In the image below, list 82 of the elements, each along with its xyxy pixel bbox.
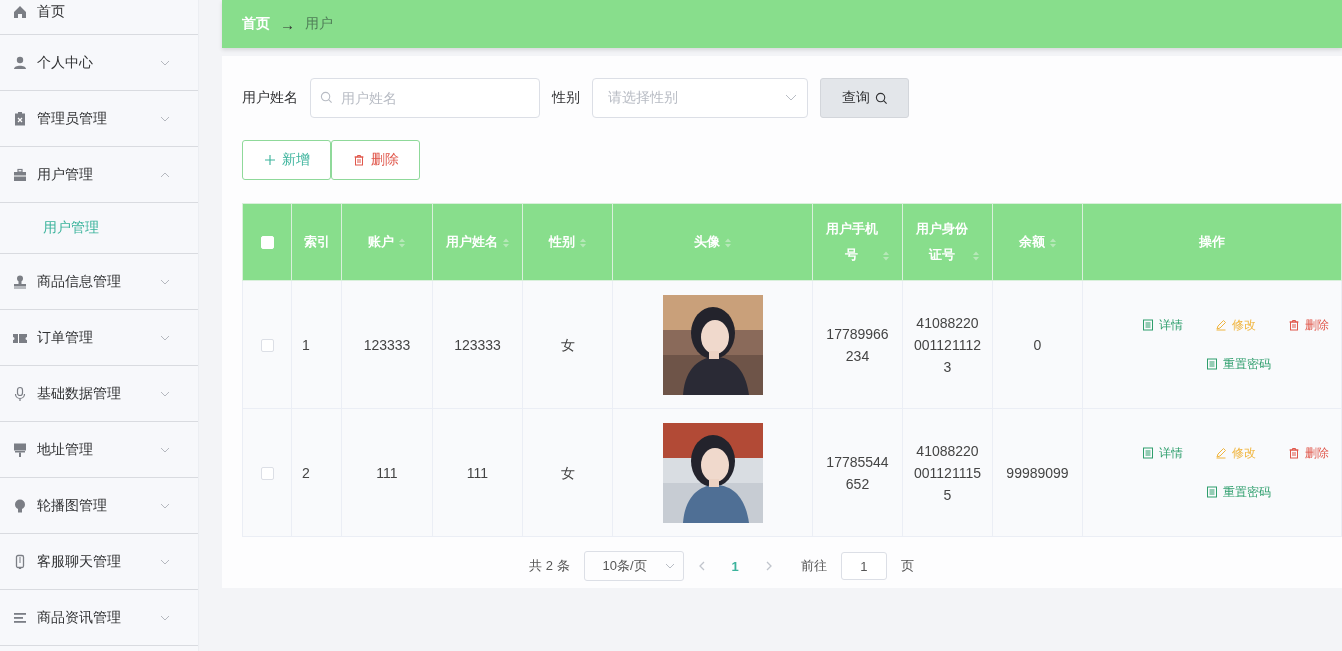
page-suffix: 页 [900,557,914,575]
microphone-icon [12,385,28,402]
sidebar-item[interactable]: 个人中心 [0,35,198,91]
query-button[interactable]: 查询 [820,78,909,118]
home-icon [12,4,28,20]
pencil-icon [1215,447,1227,459]
column-header: 用户手机号 [825,220,878,264]
user-icon [12,54,28,71]
table-cell: 410882200011211155 [914,442,981,503]
goto-label: 前往 [800,557,827,575]
previous-page-icon[interactable] [697,561,706,571]
sidebar-item[interactable]: 首页 [0,0,198,35]
row-checkbox[interactable] [260,339,274,353]
column-header: 账户 [368,233,394,251]
sort-icon[interactable] [881,249,890,262]
breadcrumb-separator: → [280,15,295,33]
table-cell: 410882200011211123 [914,314,981,375]
document-icon [1206,358,1218,370]
sidebar-item[interactable]: 商品资讯管理 [0,590,198,646]
column-header: 余额 [1018,233,1045,251]
field-label: 用户姓名 [242,89,298,107]
column-header: 索引 [303,233,330,251]
briefcase-icon [12,166,28,183]
signpost-icon [12,441,28,458]
table-cell: 1 [302,336,310,353]
chevron-down-icon [664,563,675,569]
trash-icon [352,154,365,166]
column-header: 用户姓名 [445,233,498,251]
sidebar-item[interactable]: 基础数据管理 [0,366,198,422]
pencil-icon [1215,319,1227,331]
table-cell: 111 [376,464,398,481]
sidebar-item[interactable]: 地址管理 [0,422,198,478]
sidebar-item[interactable]: 用户管理 [0,147,198,203]
select-all-checkbox[interactable] [260,236,274,250]
search-field[interactable]: 用户姓名 [310,78,540,118]
page-size-select[interactable]: 10条/页 [583,551,684,581]
sidebar-item[interactable]: 商品信息管理 [0,254,198,310]
row-checkbox[interactable] [260,467,274,481]
table-cell: 123333 [454,336,501,353]
trash-icon [1288,319,1300,331]
page-input[interactable]: 1 [840,552,887,580]
total-count: 共 2 条 [529,557,570,575]
column-header: 头像 [693,233,720,251]
delete-link[interactable]: 删除 [1282,316,1335,334]
sort-icon[interactable] [578,236,587,249]
table-cell: 111 [466,464,489,481]
table-cell: 2 [302,464,310,481]
delete-button[interactable]: 删除 [331,140,420,180]
next-page-icon[interactable] [764,561,773,571]
chevron-down-icon [785,94,797,102]
table-cell: 女 [560,336,575,353]
column-header: 性别 [548,233,575,251]
table-cell: 99989099 [1006,464,1069,481]
sidebar-item[interactable]: 轮播图管理 [0,478,198,534]
stamp-icon [12,273,28,290]
table-cell: 0 [1033,336,1042,353]
trash-icon [1288,447,1300,459]
search-icon [874,91,888,105]
clipboard-icon [12,110,28,127]
bulb-icon [12,497,28,514]
table-cell: 17789966234 [826,325,889,364]
sort-icon[interactable] [971,249,980,262]
sidebar-item[interactable]: 订单管理 [0,310,198,366]
field-label: 性别 [552,89,580,107]
table-cell: 123333 [363,336,411,353]
delete-link[interactable]: 删除 [1282,444,1335,462]
search-icon [320,91,333,104]
sort-icon[interactable] [501,236,510,249]
plus-icon [263,154,276,166]
table-cell: 17785544652 [826,453,889,492]
document-icon [1142,319,1154,331]
table-cell: 女 [560,464,575,481]
breadcrumb-item: 用户 [305,15,333,33]
sidebar-item[interactable]: 管理员管理 [0,91,198,147]
sort-icon[interactable] [1048,236,1057,249]
document-icon [1142,447,1154,459]
sidebar-item[interactable]: 客服聊天管理 [0,534,198,590]
document-icon [1206,486,1218,498]
sort-icon[interactable] [398,236,406,249]
column-header: 用户身份证号 [915,220,968,264]
column-header: 操作 [1199,233,1225,251]
sort-icon[interactable] [723,236,732,249]
